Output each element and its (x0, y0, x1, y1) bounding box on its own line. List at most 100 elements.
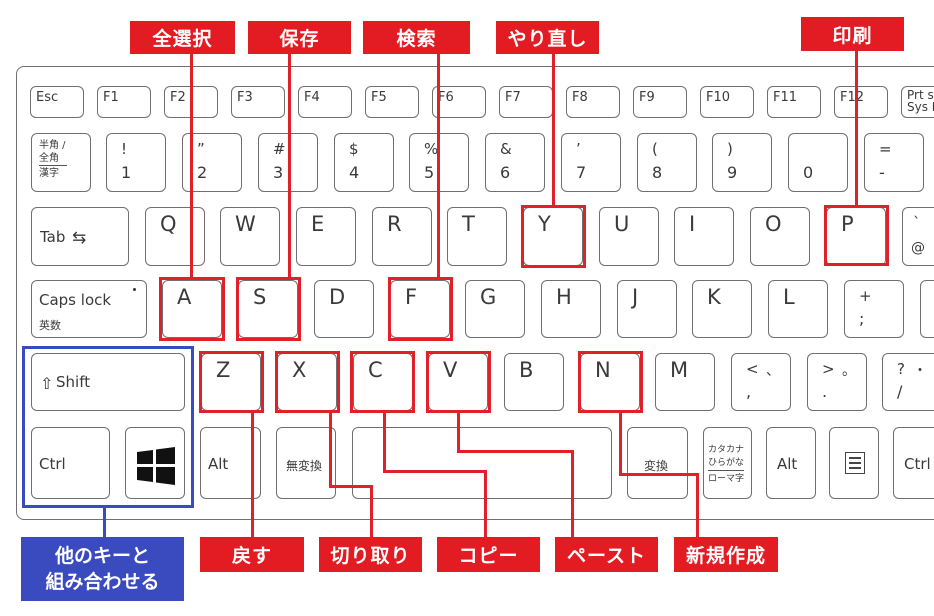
capslock-indicator (133, 288, 136, 291)
key-shift-label: + (859, 287, 872, 305)
key-label: 5 (424, 163, 435, 182)
key-label: J (632, 285, 639, 309)
key-capslock[interactable]: Caps lock 英数 (31, 280, 147, 338)
label-line2: 組み合わせる (45, 571, 160, 593)
key-g[interactable]: G (465, 280, 525, 338)
key-q[interactable]: Q (145, 207, 205, 266)
key-label: . (822, 382, 828, 401)
key-shift-label: ? (897, 360, 905, 378)
key-0[interactable]: 0 (788, 133, 848, 192)
key-kana-label: ・ (913, 363, 927, 379)
key-label: T (462, 212, 475, 236)
key-henkan[interactable]: 変換 (627, 427, 688, 499)
key-at[interactable]: ` @ (902, 207, 934, 266)
key-f10[interactable]: F10 (700, 86, 754, 118)
key-f9[interactable]: F9 (633, 86, 687, 118)
key-alt-right[interactable]: Alt (766, 427, 816, 499)
key-comma[interactable]: < 、, (731, 353, 791, 411)
tab-arrows-icon: ⇆ (72, 228, 87, 248)
key-shift-label: ( (652, 140, 658, 158)
key-label: D (329, 285, 346, 309)
key-o[interactable]: O (750, 207, 810, 266)
key-slash[interactable]: ? ・ / (882, 353, 934, 411)
key-j[interactable]: J (617, 280, 677, 338)
key-label: 9 (727, 163, 738, 182)
connector-paste-seg2 (457, 450, 574, 453)
key-label: / (897, 382, 903, 401)
key-label: 2 (197, 163, 208, 182)
key-f11[interactable]: F11 (767, 86, 821, 118)
key-d[interactable]: D (314, 280, 374, 338)
key-label: K (707, 285, 721, 309)
key-label: 4 (349, 163, 360, 182)
label-cut: 切り取り (319, 537, 422, 572)
key-label: M (670, 358, 689, 382)
key-t[interactable]: T (447, 207, 507, 266)
key-label: 6 (500, 163, 511, 182)
label-print: 印刷 (801, 17, 904, 51)
key-shift-label: # (273, 140, 286, 158)
key-label: F8 (572, 90, 588, 105)
key-l[interactable]: L (768, 280, 828, 338)
connector-save (288, 53, 291, 278)
key-k[interactable]: K (692, 280, 752, 338)
key-label: R (387, 212, 402, 236)
highlight-c (350, 351, 415, 413)
highlight-modifiers (22, 346, 194, 508)
highlight-f (388, 277, 453, 341)
key-label: 7 (576, 163, 587, 182)
key-label: W (235, 212, 256, 236)
key-m[interactable]: M (655, 353, 715, 411)
key-u[interactable]: U (599, 207, 659, 266)
key-i[interactable]: I (674, 207, 734, 266)
key-w[interactable]: W (220, 207, 280, 266)
key-e[interactable]: E (296, 207, 356, 266)
key-hankaku[interactable]: 半角 / 全角 漢字 (31, 133, 91, 192)
key-h[interactable]: H (541, 280, 601, 338)
connector-copy-seg2 (383, 470, 487, 473)
key-shift-label: & (500, 140, 512, 158)
key-label: 無変換 (286, 459, 323, 473)
key-9[interactable]: ) 9 (712, 133, 772, 192)
connector-undo (251, 412, 254, 538)
key-r[interactable]: R (372, 207, 432, 266)
key-label: 0 (803, 163, 814, 182)
key-shift-label: $ (349, 140, 359, 158)
key-f8[interactable]: F8 (566, 86, 620, 118)
key-f5[interactable]: F5 (365, 86, 419, 118)
key-f12[interactable]: F12 (834, 86, 888, 118)
label-save: 保存 (248, 21, 351, 54)
key-tab[interactable]: Tab ⇆ (31, 207, 129, 266)
key-label: Alt (208, 455, 229, 473)
key-kana[interactable]: カタカナ ひらがな ローマ字 (703, 427, 752, 499)
connector-print (855, 51, 858, 206)
connector-select-all (190, 53, 193, 278)
key-f4[interactable]: F4 (298, 86, 352, 118)
key-8[interactable]: (8 (637, 133, 697, 192)
key-f3[interactable]: F3 (231, 86, 285, 118)
key-ctrl-right[interactable]: Ctrl (893, 427, 934, 499)
key-label: ; (859, 309, 865, 328)
key-muhenkan[interactable]: 無変換 (276, 427, 336, 499)
key-f6[interactable]: F6 (432, 86, 486, 118)
key-f7[interactable]: F7 (499, 86, 553, 118)
key-label: Q (160, 212, 177, 236)
connector-modifiers (103, 508, 106, 538)
key-colon[interactable] (920, 280, 934, 338)
key-4[interactable]: $4 (334, 133, 394, 192)
key-b[interactable]: B (504, 353, 564, 411)
key-7[interactable]: ’ 7 (561, 133, 621, 192)
key-prtsc[interactable]: Prt sc Sys Rq (901, 86, 934, 118)
key-menu[interactable] (829, 427, 879, 499)
key-minus[interactable]: = - (864, 133, 924, 192)
key-esc[interactable]: Esc (30, 86, 84, 118)
menu-icon (845, 452, 865, 474)
highlight-x (275, 351, 340, 413)
key-1[interactable]: ! 1 (106, 133, 166, 192)
key-period[interactable]: > 。. (807, 353, 867, 411)
key-f1[interactable]: F1 (97, 86, 151, 118)
label-search: 検索 (363, 21, 470, 54)
key-6[interactable]: & 6 (485, 133, 545, 192)
key-label: 8 (652, 163, 663, 182)
key-semicolon[interactable]: +; (844, 280, 904, 338)
